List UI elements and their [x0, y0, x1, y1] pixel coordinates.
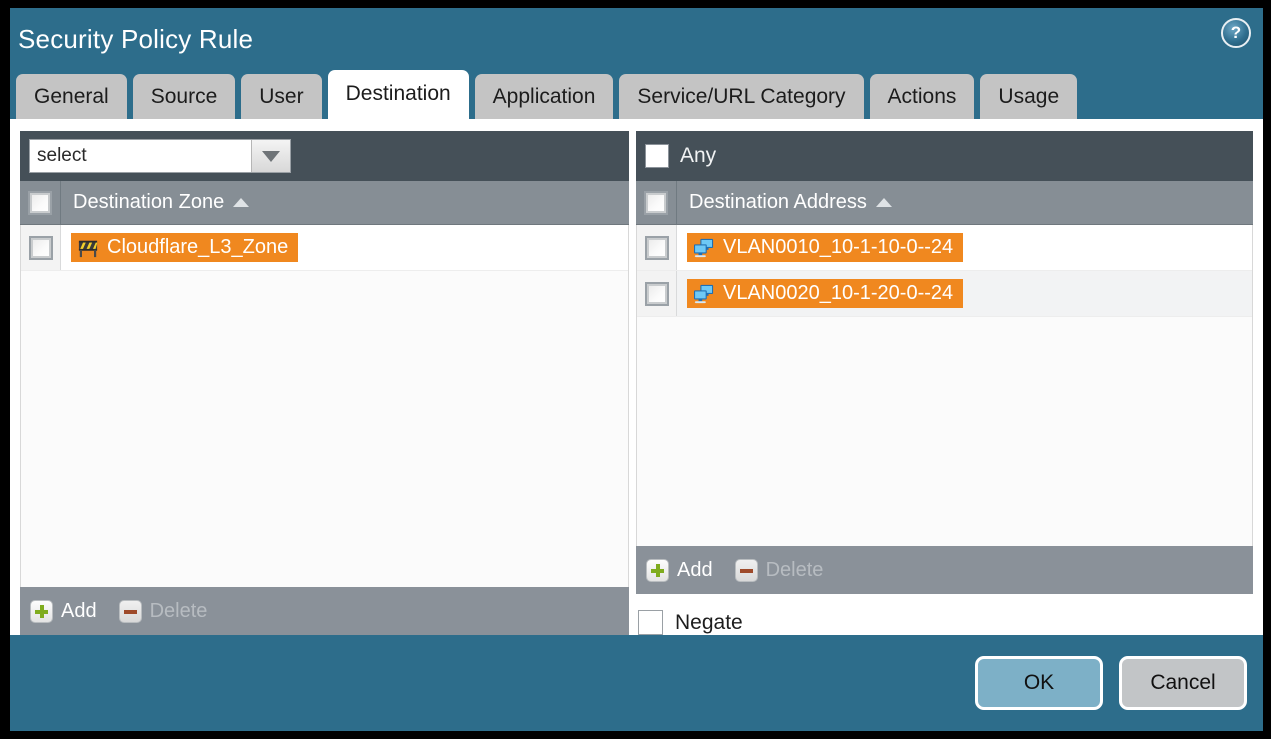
network-computers-icon: [693, 284, 715, 304]
row-checkbox[interactable]: [29, 236, 53, 260]
help-question-icon[interactable]: ?: [1221, 18, 1251, 48]
destination-zone-header-label: Destination Zone: [73, 191, 224, 214]
destination-zone-toolbar: select: [20, 131, 629, 181]
any-checkbox[interactable]: [645, 144, 669, 168]
minus-icon: [735, 559, 758, 582]
plus-icon: [646, 559, 669, 582]
tab-application[interactable]: Application: [475, 74, 614, 119]
address-add-label: Add: [677, 559, 713, 582]
address-chip[interactable]: VLAN0020_10-1-20-0--24: [687, 279, 963, 308]
any-row[interactable]: Any: [645, 144, 716, 168]
ok-button[interactable]: OK: [975, 656, 1103, 710]
destination-address-footer: Add Delete: [636, 546, 1253, 594]
tab-service-url-category[interactable]: Service/URL Category: [619, 74, 863, 119]
table-row[interactable]: VLAN0020_10-1-20-0--24: [637, 271, 1252, 317]
dialog-titlebar: Security Policy Rule ?: [10, 8, 1263, 70]
negate-row[interactable]: Negate: [636, 610, 1253, 635]
select-all-zone-checkbox[interactable]: [28, 191, 52, 215]
address-chip-label: VLAN0020_10-1-20-0--24: [723, 282, 953, 305]
table-row[interactable]: VLAN0010_10-1-10-0--24: [637, 225, 1252, 271]
row-checkbox-cell: [21, 225, 61, 270]
tab-destination[interactable]: Destination: [328, 70, 469, 119]
tab-usage[interactable]: Usage: [980, 74, 1077, 119]
address-chip[interactable]: VLAN0010_10-1-10-0--24: [687, 233, 963, 262]
zone-barrier-icon: [77, 238, 99, 258]
row-checkbox-cell: [637, 271, 677, 316]
minus-icon: [119, 600, 142, 623]
dialog-title: Security Policy Rule: [18, 24, 253, 55]
row-checkbox[interactable]: [645, 282, 669, 306]
address-delete-label: Delete: [766, 559, 824, 582]
destination-address-column-header: Destination Address: [636, 181, 1253, 225]
address-add-button[interactable]: Add: [646, 559, 713, 582]
negate-label: Negate: [675, 611, 743, 635]
sort-ascending-icon: [876, 198, 892, 207]
tab-general[interactable]: General: [16, 74, 127, 119]
sort-ascending-icon: [233, 198, 249, 207]
row-checkbox[interactable]: [645, 236, 669, 260]
cancel-button[interactable]: Cancel: [1119, 656, 1247, 710]
destination-tab-panel: select Destination Zone: [10, 119, 1263, 635]
zone-add-button[interactable]: Add: [30, 600, 97, 623]
destination-zone-footer: Add Delete: [20, 587, 629, 635]
zone-select[interactable]: select: [29, 139, 291, 173]
select-all-address-checkbox[interactable]: [644, 191, 668, 215]
chevron-down-icon[interactable]: [251, 140, 290, 172]
row-content: Cloudflare_L3_Zone: [61, 233, 628, 262]
zone-delete-button[interactable]: Delete: [119, 600, 208, 623]
table-row[interactable]: Cloudflare_L3_Zone: [21, 225, 628, 271]
zone-chip-label: Cloudflare_L3_Zone: [107, 236, 288, 259]
row-checkbox-cell: [637, 225, 677, 270]
row-content: VLAN0020_10-1-20-0--24: [677, 279, 1252, 308]
destination-zone-panel: select Destination Zone: [20, 131, 629, 635]
destination-zone-header-label-wrap[interactable]: Destination Zone: [61, 191, 249, 214]
zone-select-value[interactable]: select: [30, 140, 251, 172]
destination-address-toolbar: Any: [636, 131, 1253, 181]
security-policy-rule-dialog: Security Policy Rule ? General Source Us…: [10, 8, 1263, 731]
row-content: VLAN0010_10-1-10-0--24: [677, 233, 1252, 262]
zone-add-label: Add: [61, 600, 97, 623]
tab-bar: General Source User Destination Applicat…: [10, 70, 1263, 119]
address-chip-label: VLAN0010_10-1-10-0--24: [723, 236, 953, 259]
destination-address-list: VLAN0010_10-1-10-0--24: [636, 225, 1253, 546]
dialog-footer: OK Cancel: [10, 635, 1263, 731]
network-computers-icon: [693, 238, 715, 258]
zone-chip[interactable]: Cloudflare_L3_Zone: [71, 233, 298, 262]
select-all-zone-checkbox-cell: [20, 181, 61, 224]
tab-source[interactable]: Source: [133, 74, 236, 119]
address-delete-button[interactable]: Delete: [735, 559, 824, 582]
tab-actions[interactable]: Actions: [870, 74, 975, 119]
tab-user[interactable]: User: [241, 74, 321, 119]
negate-checkbox[interactable]: [638, 610, 663, 635]
destination-address-header-label-wrap[interactable]: Destination Address: [677, 191, 892, 214]
any-label: Any: [680, 144, 716, 168]
destination-zone-list: Cloudflare_L3_Zone: [20, 225, 629, 587]
select-all-address-checkbox-cell: [636, 181, 677, 224]
destination-address-panel: Any Destination Address: [636, 131, 1253, 635]
plus-icon: [30, 600, 53, 623]
destination-zone-column-header: Destination Zone: [20, 181, 629, 225]
zone-delete-label: Delete: [150, 600, 208, 623]
destination-address-header-label: Destination Address: [689, 191, 867, 214]
